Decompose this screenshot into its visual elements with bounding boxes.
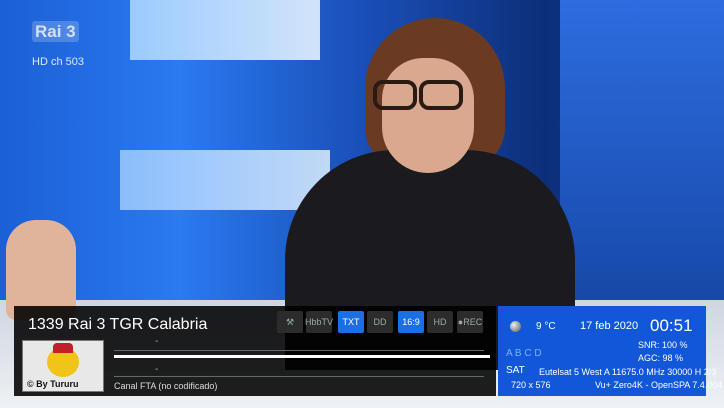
settings-flag-icon: ⚒: [277, 311, 303, 333]
presenter-face: [382, 58, 474, 173]
guest-hand: [6, 220, 76, 320]
channel-name: 1339 Rai 3 TGR Calabria: [28, 316, 208, 333]
event-progress-bar: [114, 355, 490, 358]
video-resolution: 720 x 576: [511, 380, 551, 390]
txt-flag-icon: TXT: [338, 311, 364, 333]
info-sidebox: 9 °C 17 feb 2020 00:51 A B C D SNR: 100 …: [498, 306, 722, 396]
channel-logo: Rai 3: [32, 21, 79, 42]
snr-value: SNR: 100 %: [638, 340, 688, 350]
channel-infobar: 1339 Rai 3 TGR Calabria ⚒ HbbTV TXT DD 16:9 H…: [14, 306, 496, 396]
weather-temp: 9 °C: [536, 321, 556, 332]
agc-value: AGC: 98 %: [638, 353, 684, 363]
receiver-info: Vu+ Zero4K - OpenSPA 7.4.004: [595, 380, 723, 390]
thumbnail-label: © By Tururu: [27, 379, 79, 389]
epg-now: -: [155, 336, 159, 347]
epg-divider: [114, 350, 484, 351]
studio-panel: [560, 0, 724, 300]
tuner-type: SAT: [506, 365, 525, 376]
hd-flag-icon: HD: [427, 311, 453, 333]
mascot-hat: [53, 343, 73, 353]
clock: 00:51: [650, 316, 693, 335]
channel-tag: HD ch 503: [32, 56, 84, 68]
transponder-info: Eutelsat 5 West A 11675.0 MHz 30000 H 2/…: [539, 367, 717, 377]
epg-divider: [114, 376, 484, 377]
studio-light: [130, 0, 320, 60]
ca-systems: A B C D: [506, 348, 542, 359]
skin-thumbnail: © By Tururu: [22, 340, 104, 392]
aspect-flag-icon: 16:9: [398, 311, 424, 333]
rec-flag-icon: ●REC: [457, 311, 483, 333]
service-info: Canal FTA (no codificado): [114, 381, 218, 391]
epg-next: -: [155, 364, 159, 375]
presenter-glasses: [373, 80, 463, 110]
moon-weather-icon: [510, 321, 521, 332]
date-text: 17 feb 2020: [580, 320, 639, 332]
dolby-flag-icon: DD: [367, 311, 393, 333]
hbbtv-flag-icon: HbbTV: [305, 311, 333, 333]
studio-light: [120, 150, 330, 210]
